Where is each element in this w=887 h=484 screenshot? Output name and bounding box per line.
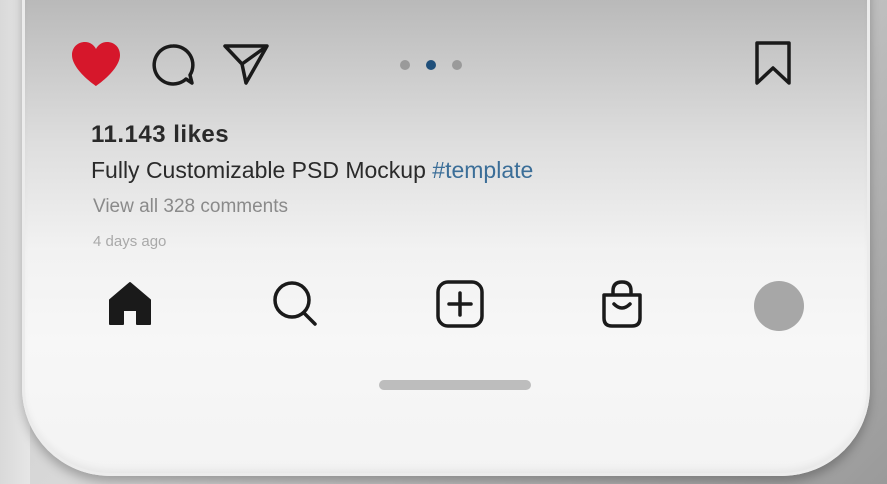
create-post-icon[interactable] [434,278,486,330]
shop-bag-icon[interactable] [596,278,648,330]
bottom-tab-bar [104,278,814,338]
profile-avatar[interactable] [754,281,804,331]
heart-icon[interactable] [70,40,122,88]
likes-count[interactable]: 11.143 likes [91,121,229,149]
caption-text: Fully Customizable PSD Mockup [91,157,433,183]
bookmark-icon[interactable] [752,40,794,86]
caption-hashtag[interactable]: #template [432,157,533,183]
carousel-dot [452,60,462,70]
post-caption: Fully Customizable PSD Mockup #template [91,157,533,184]
search-icon[interactable] [269,278,321,330]
home-icon[interactable] [104,278,156,330]
carousel-indicator [400,58,470,72]
post-action-row [70,40,800,92]
comment-icon[interactable] [150,42,196,88]
home-indicator[interactable] [379,380,531,390]
view-comments-link[interactable]: View all 328 comments [93,196,288,218]
carousel-dot-active [426,60,436,70]
carousel-dot [400,60,410,70]
post-timestamp: 4 days ago [93,233,167,250]
send-icon[interactable] [222,42,270,86]
